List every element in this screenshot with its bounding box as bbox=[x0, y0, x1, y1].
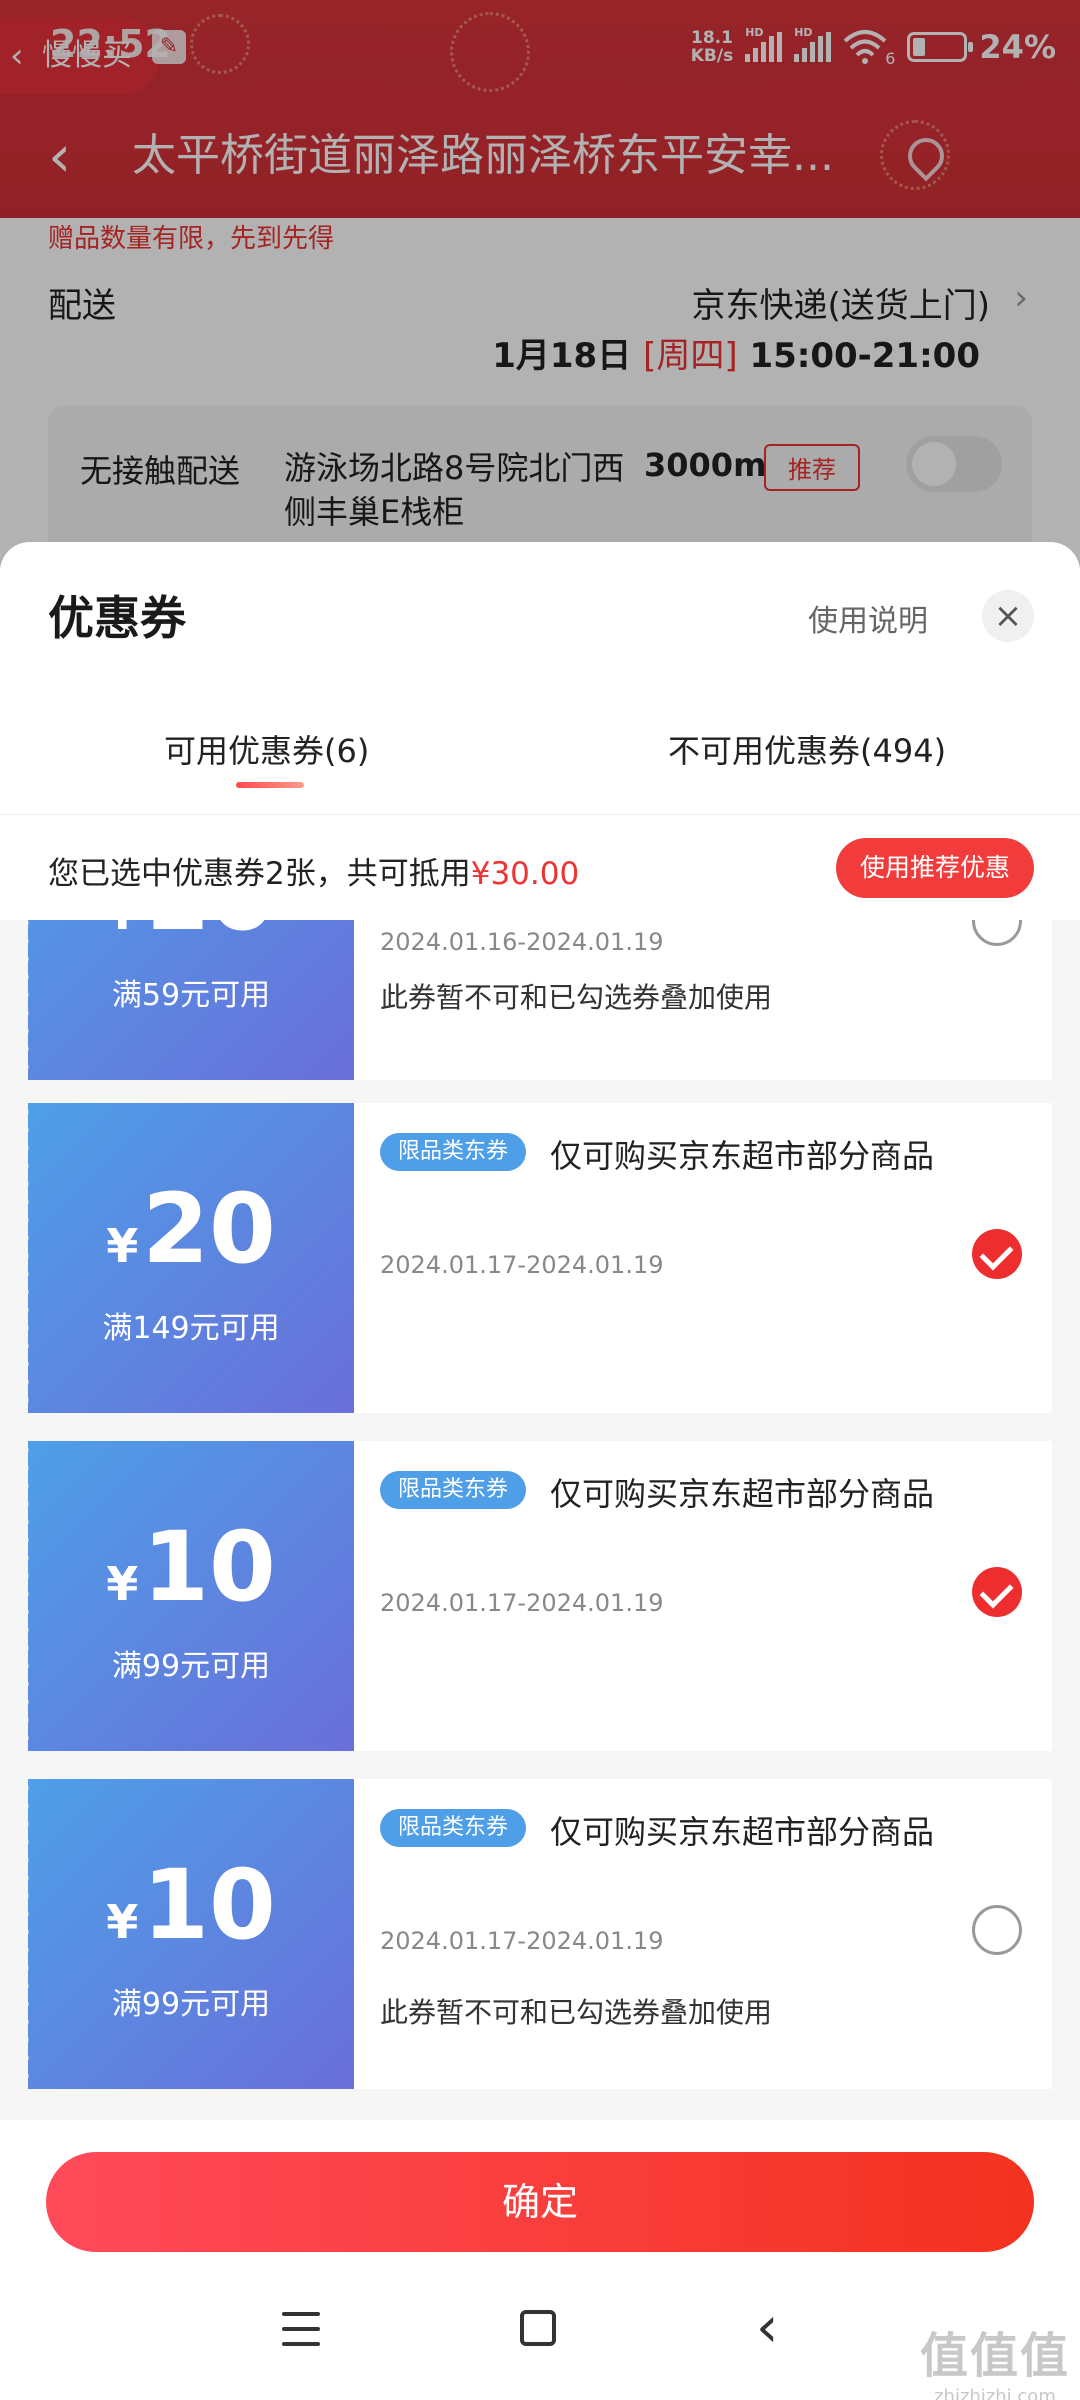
coupon-value-panel: ¥10 满59元可用 bbox=[23, 920, 354, 1080]
back-icon[interactable]: ‹ bbox=[756, 2298, 778, 2358]
dim-overlay bbox=[0, 0, 1080, 560]
coupon-desc: 仅可购买京东超市部分商品 bbox=[550, 1475, 935, 1513]
checkmark-icon[interactable] bbox=[972, 1229, 1022, 1279]
selection-summary: 您已选中优惠券2张，共可抵用¥30.00 bbox=[48, 848, 579, 893]
tab-unavailable-coupons[interactable]: 不可用优惠券(494) bbox=[668, 726, 946, 772]
coupon-card[interactable]: ¥10 满59元可用 2024.01.16-2024.01.19 此券暂不可和已… bbox=[23, 920, 1052, 1080]
coupon-amount: ¥10 bbox=[28, 920, 354, 952]
coupon-date: 2024.01.17-2024.01.19 bbox=[380, 1589, 664, 1617]
coupon-date: 2024.01.17-2024.01.19 bbox=[380, 1927, 664, 1955]
coupon-value-panel: ¥20 满149元可用 bbox=[23, 1103, 354, 1413]
summary-text: 您已选中优惠券2张，共可抵用 bbox=[48, 856, 471, 892]
category-tag: 限品类东券 bbox=[380, 1471, 527, 1509]
amount-value: 20 bbox=[142, 1173, 276, 1285]
watermark-main: 值值值 bbox=[919, 2328, 1070, 2384]
checkmark-icon[interactable] bbox=[972, 1567, 1022, 1617]
coupon-desc: 仅可购买京东超市部分商品 bbox=[550, 1813, 935, 1851]
home-icon[interactable] bbox=[520, 2310, 556, 2346]
watermark: 值值值 zhizhizhi.com bbox=[920, 2316, 1070, 2400]
coupon-threshold: 满99元可用 bbox=[111, 1987, 271, 2022]
coupon-radio[interactable] bbox=[972, 1905, 1022, 1955]
divider bbox=[0, 814, 1080, 815]
coupon-value-panel: ¥10 满99元可用 bbox=[23, 1441, 354, 1751]
coupon-sheet: 优惠券 使用说明 × 可用优惠券(6) 不可用优惠券(494) 您已选中优惠券2… bbox=[0, 542, 1080, 2400]
coupon-date: 2024.01.17-2024.01.19 bbox=[380, 1251, 664, 1279]
usage-help-link[interactable]: 使用说明 bbox=[808, 596, 928, 640]
sheet-header: 优惠券 使用说明 × 可用优惠券(6) 不可用优惠券(494) 您已选中优惠券2… bbox=[0, 542, 1080, 920]
coupon-note: 此券暂不可和已勾选券叠加使用 bbox=[380, 981, 773, 1014]
coupon-desc: 仅可购买京东超市部分商品 bbox=[550, 1137, 935, 1175]
coupon-amount: ¥10 bbox=[28, 1849, 354, 1961]
coupon-card[interactable]: ¥10 满99元可用 限品类东券 仅可购买京东超市部分商品 2024.01.17… bbox=[23, 1441, 1052, 1751]
menu-icon[interactable] bbox=[282, 2312, 320, 2346]
coupon-note: 此券暂不可和已勾选券叠加使用 bbox=[380, 1996, 773, 2029]
close-icon[interactable]: × bbox=[982, 590, 1034, 642]
currency-symbol: ¥ bbox=[106, 920, 138, 940]
coupon-radio[interactable] bbox=[972, 920, 1022, 946]
coupon-card[interactable]: ¥20 满149元可用 限品类东券 仅可购买京东超市部分商品 2024.01.1… bbox=[23, 1103, 1052, 1413]
summary-amount: ¥30.00 bbox=[470, 856, 580, 892]
currency-symbol: ¥ bbox=[106, 1895, 139, 1949]
coupon-amount: ¥10 bbox=[28, 1511, 354, 1623]
tab-indicator bbox=[236, 782, 304, 788]
confirm-button[interactable]: 确定 bbox=[46, 2152, 1034, 2252]
coupon-amount: ¥20 bbox=[28, 1173, 354, 1285]
watermark-sub: zhizhizhi.com bbox=[934, 2386, 1056, 2400]
tab-available-coupons[interactable]: 可用优惠券(6) bbox=[164, 726, 369, 772]
use-recommended-button[interactable]: 使用推荐优惠 bbox=[836, 838, 1034, 898]
coupon-value-panel: ¥10 满99元可用 bbox=[23, 1779, 354, 2089]
coupon-threshold: 满99元可用 bbox=[111, 1649, 271, 1684]
coupon-threshold: 满59元可用 bbox=[111, 978, 271, 1013]
amount-value: 10 bbox=[142, 1511, 276, 1623]
category-tag: 限品类东券 bbox=[380, 1809, 527, 1847]
sheet-title: 优惠券 bbox=[48, 591, 186, 645]
amount-value: 10 bbox=[142, 1849, 276, 1961]
currency-symbol: ¥ bbox=[106, 1219, 139, 1273]
coupon-card[interactable]: ¥10 满99元可用 限品类东券 仅可购买京东超市部分商品 2024.01.17… bbox=[23, 1779, 1052, 2089]
amount-value: 10 bbox=[142, 920, 276, 952]
system-nav-bar: ‹ bbox=[0, 2260, 1080, 2400]
category-tag: 限品类东券 bbox=[380, 1133, 527, 1171]
currency-symbol: ¥ bbox=[106, 1557, 139, 1611]
coupon-list: ¥10 满59元可用 2024.01.16-2024.01.19 此券暂不可和已… bbox=[0, 920, 1080, 2090]
coupon-threshold: 满149元可用 bbox=[102, 1311, 280, 1346]
coupon-date: 2024.01.16-2024.01.19 bbox=[380, 928, 664, 956]
